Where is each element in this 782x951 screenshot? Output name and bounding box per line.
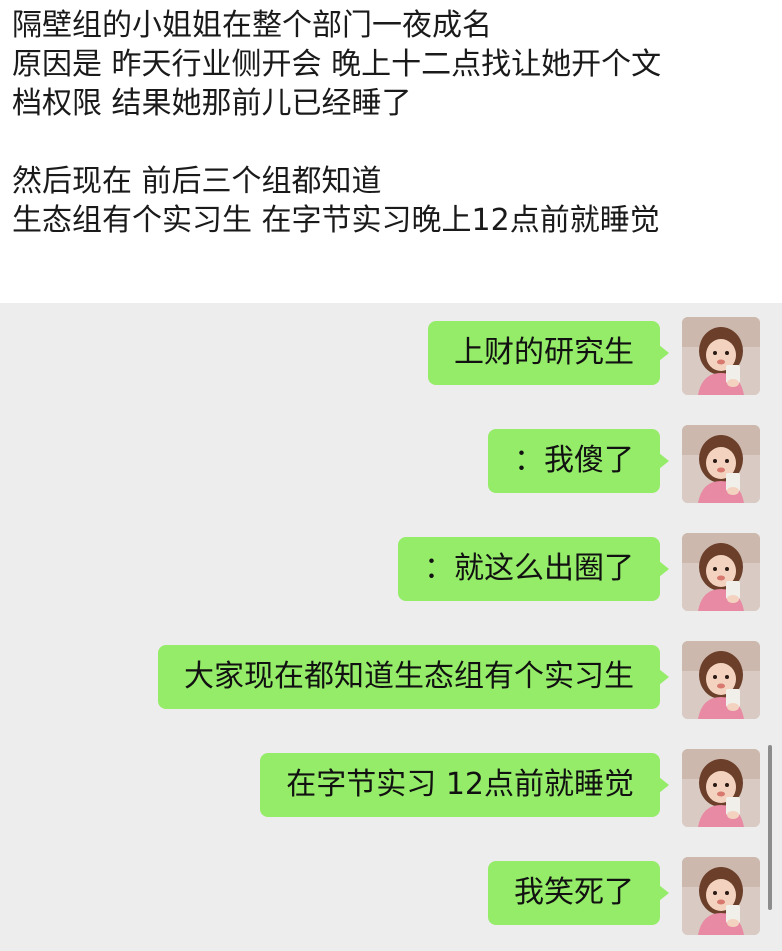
chat-bubble[interactable]: ：就这么出圈了 <box>398 537 669 601</box>
girl-photo-avatar[interactable] <box>682 857 760 935</box>
post-line: 然后现在 前后三个组都知道 <box>12 164 382 199</box>
chat-bubble[interactable]: 在字节实习 12点前就睡觉 <box>260 753 669 817</box>
girl-photo-avatar[interactable] <box>682 641 760 719</box>
chat-screenshot: 上财的研究生 ：我傻了 ：就这么出圈了 大家现在都知道生态组有个实习生 在字节实… <box>0 303 782 951</box>
chat-message-row: ：我傻了 <box>0 417 782 503</box>
chat-message-row: 在字节实习 12点前就睡觉 <box>0 741 782 827</box>
chat-bubble[interactable]: 上财的研究生 <box>428 321 669 385</box>
chat-bubble[interactable]: ：我傻了 <box>488 429 669 493</box>
girl-photo-avatar[interactable] <box>682 425 760 503</box>
girl-photo-avatar[interactable] <box>682 533 760 611</box>
chat-message-row: ：就这么出圈了 <box>0 525 782 611</box>
chat-scrollbar[interactable] <box>768 745 772 910</box>
chat-bubble[interactable]: 大家现在都知道生态组有个实习生 <box>158 645 669 709</box>
chat-bubble[interactable]: 我笑死了 <box>488 861 669 925</box>
chat-message-row: 我笑死了 <box>0 849 782 935</box>
post-line: 隔壁组的小姐姐在整个部门一夜成名 <box>12 8 492 43</box>
post-text: 隔壁组的小姐姐在整个部门一夜成名 原因是 昨天行业侧开会 晚上十二点找让她开个文… <box>12 6 778 240</box>
girl-photo-avatar[interactable] <box>682 749 760 827</box>
girl-photo-avatar[interactable] <box>682 317 760 395</box>
post-line: 原因是 昨天行业侧开会 晚上十二点找让她开个文 <box>12 47 662 82</box>
chat-message-row: 大家现在都知道生态组有个实习生 <box>0 633 782 719</box>
chat-message-row: 上财的研究生 <box>0 309 782 395</box>
post-line: 档权限 结果她那前儿已经睡了 <box>12 86 412 121</box>
post-line: 生态组有个实习生 在字节实习晚上12点前就睡觉 <box>12 203 660 238</box>
